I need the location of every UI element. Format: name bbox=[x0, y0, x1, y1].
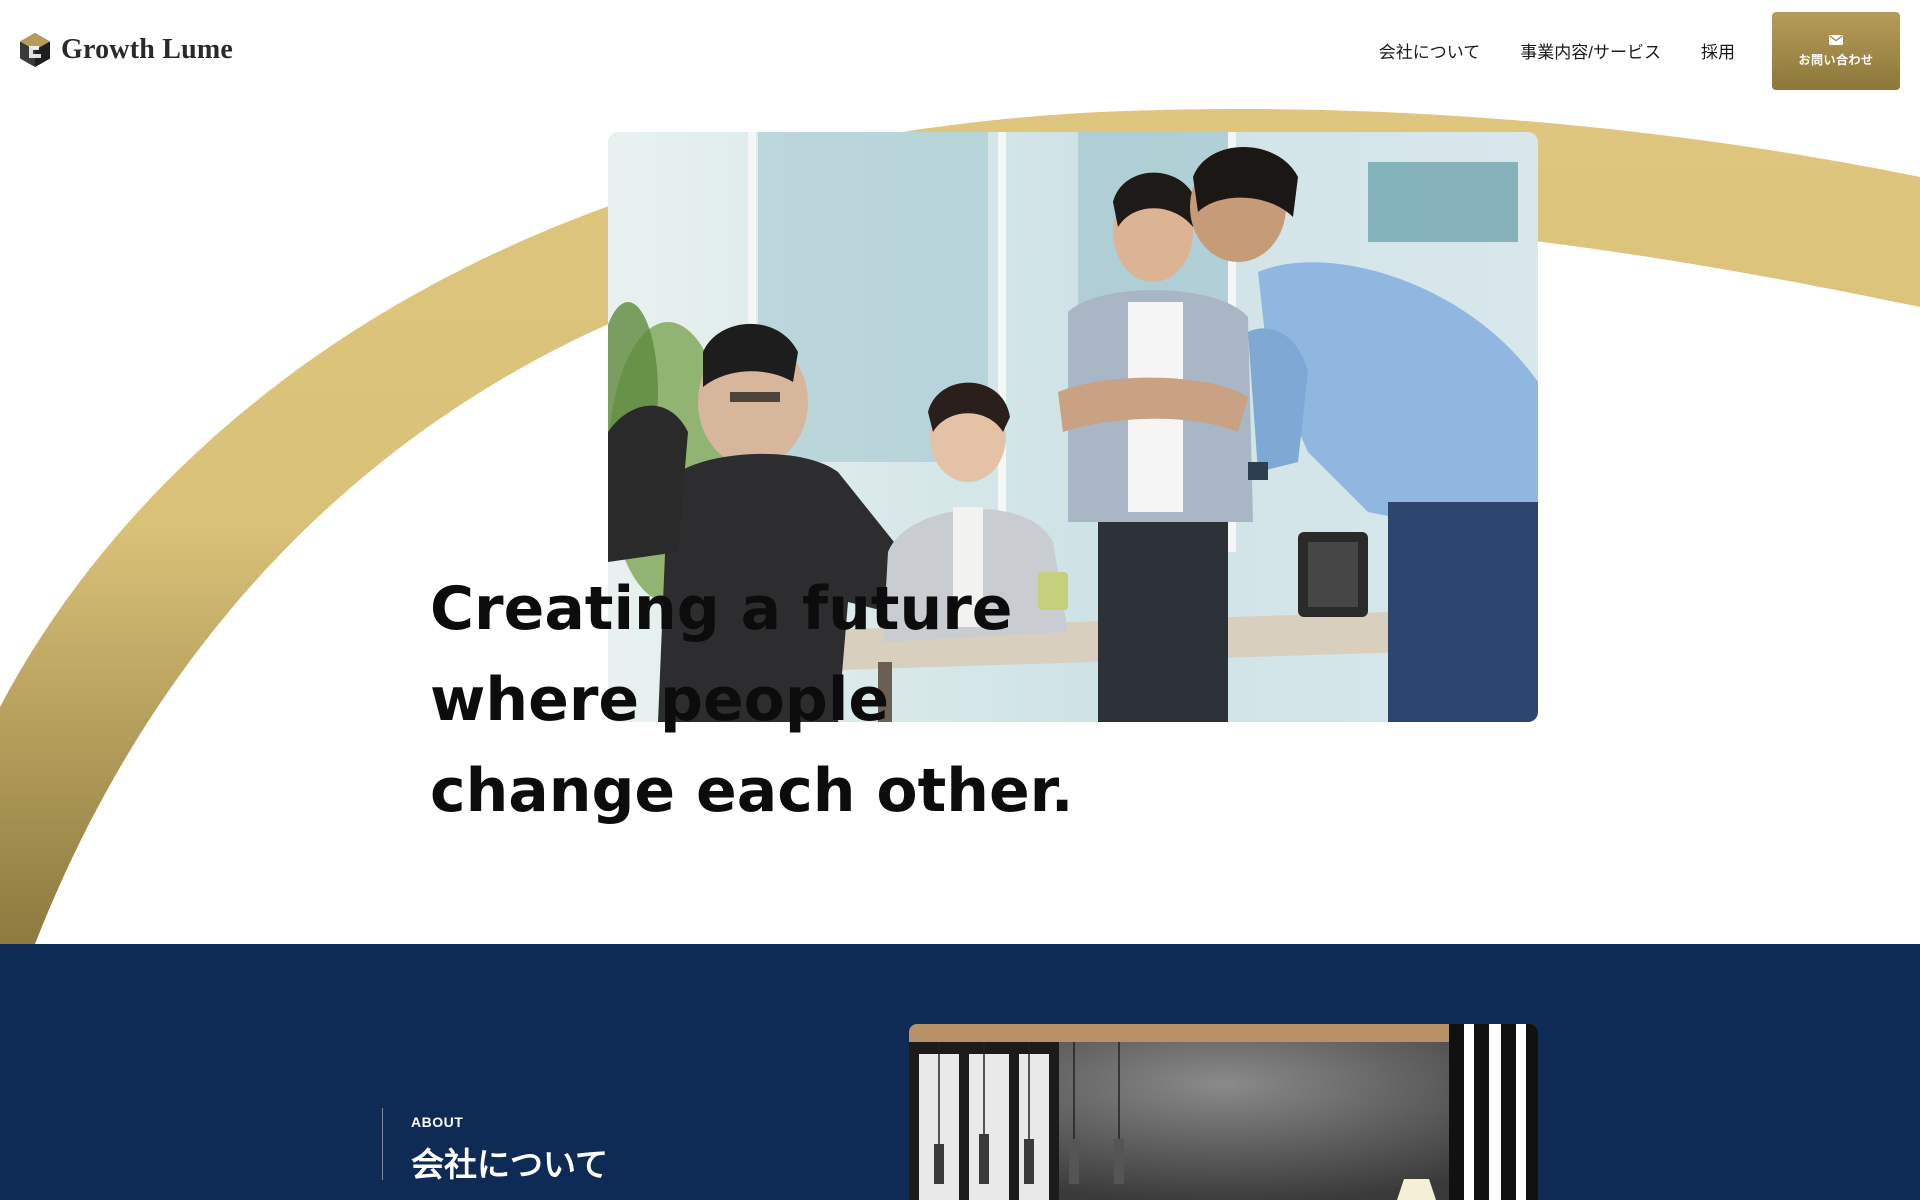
logo-text: Growth Lume bbox=[61, 34, 234, 65]
site-header: Growth Lume 会社について 事業内容/サービス 採用 お問い合わせ bbox=[0, 0, 1920, 102]
hero-tagline-line-1: Creating a future bbox=[430, 574, 1013, 644]
logo-mark-icon bbox=[20, 33, 50, 67]
hero-tagline: Creating a future where people change ea… bbox=[430, 564, 1074, 837]
hero-tagline-wrap: Creating a future where people change ea… bbox=[0, 102, 1920, 944]
about-title: 会社について bbox=[411, 1146, 609, 1183]
hero-tagline-line-3: change each other. bbox=[430, 756, 1074, 826]
nav-item-recruit[interactable]: 採用 bbox=[1701, 38, 1735, 63]
nav-item-services[interactable]: 事業内容/サービス bbox=[1520, 38, 1661, 63]
about-heading-block: ABOUT 会社について bbox=[382, 1108, 608, 1183]
site-logo[interactable]: Growth Lume bbox=[19, 32, 233, 68]
mail-icon bbox=[1829, 34, 1843, 45]
contact-button-label: お問い合わせ bbox=[1798, 52, 1874, 67]
contact-button[interactable]: お問い合わせ bbox=[1772, 12, 1900, 90]
main-nav: 会社について 事業内容/サービス 採用 bbox=[1379, 38, 1735, 63]
hero-tagline-line-2: where people bbox=[430, 665, 890, 735]
about-photo bbox=[909, 1024, 1538, 1200]
about-eyebrow: ABOUT bbox=[411, 1114, 464, 1130]
hero-section: Creating a future where people change ea… bbox=[0, 102, 1920, 944]
about-section: ABOUT 会社について bbox=[0, 944, 1920, 1200]
nav-item-about[interactable]: 会社について bbox=[1379, 38, 1481, 63]
